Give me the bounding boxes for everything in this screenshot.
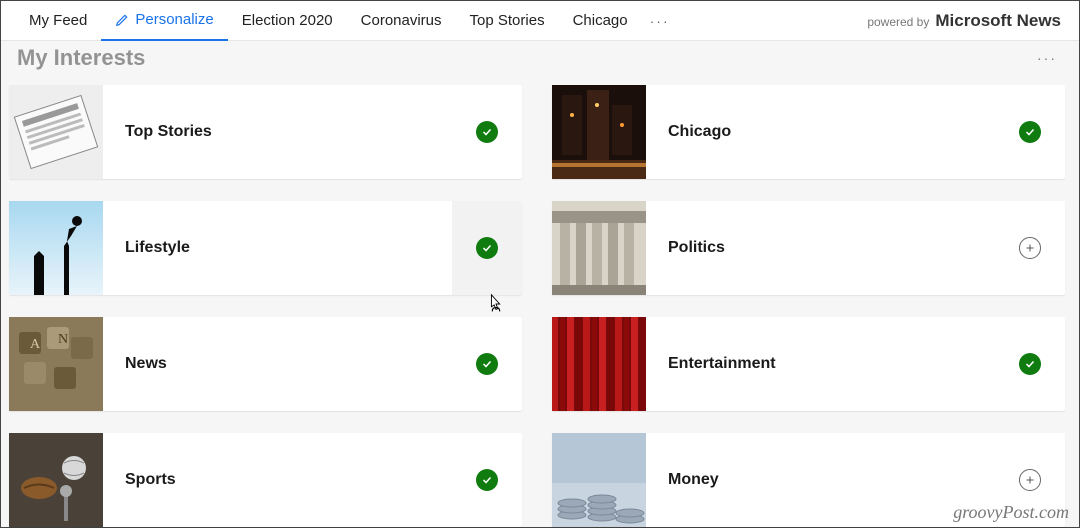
interest-thumbnail: AN <box>9 317 103 411</box>
watermark: groovyPost.com <box>953 502 1069 523</box>
nav-top-stories[interactable]: Top Stories <box>456 1 559 41</box>
interest-toggle-selected[interactable] <box>995 317 1065 411</box>
interest-label: Top Stories <box>103 123 452 141</box>
powered-by-label: powered by <box>867 15 929 29</box>
interest-label: Chicago <box>646 123 995 141</box>
interest-toggle-selected[interactable] <box>995 85 1065 179</box>
interest-thumbnail <box>9 85 103 179</box>
nav-coronavirus[interactable]: Coronavirus <box>347 1 456 41</box>
nav-item-label: Personalize <box>135 11 213 28</box>
interest-label: Entertainment <box>646 355 995 373</box>
interest-chicago[interactable]: Chicago <box>552 85 1065 179</box>
nav-item-label: Coronavirus <box>361 12 442 29</box>
pencil-icon <box>115 13 129 27</box>
section-more-button[interactable]: ··· <box>1037 50 1057 66</box>
interest-lifestyle[interactable]: Lifestyle <box>9 201 522 295</box>
interest-thumbnail <box>9 433 103 527</box>
section-header: My Interests ··· <box>1 41 1079 71</box>
nav-more-button[interactable]: ··· <box>642 13 678 29</box>
powered-by-brand: Microsoft News <box>935 11 1061 31</box>
nav-election-2020[interactable]: Election 2020 <box>228 1 347 41</box>
interest-toggle-selected[interactable] <box>452 201 522 295</box>
plus-icon <box>1019 237 1041 259</box>
powered-by: powered by Microsoft News <box>867 11 1061 31</box>
nav-chicago[interactable]: Chicago <box>559 1 642 41</box>
interest-politics[interactable]: Politics <box>552 201 1065 295</box>
check-icon <box>476 237 498 259</box>
nav-item-label: My Feed <box>29 12 87 29</box>
section-title: My Interests <box>17 45 145 71</box>
interest-toggle-selected[interactable] <box>452 433 522 527</box>
nav-item-label: Chicago <box>573 12 628 29</box>
interest-entertainment[interactable]: Entertainment <box>552 317 1065 411</box>
check-icon <box>476 469 498 491</box>
nav-my-feed[interactable]: My Feed <box>15 1 101 41</box>
interest-label: News <box>103 355 452 373</box>
interest-thumbnail <box>9 201 103 295</box>
plus-icon <box>1019 469 1041 491</box>
interest-thumbnail <box>552 201 646 295</box>
interest-label: Politics <box>646 239 995 257</box>
svg-text:N: N <box>58 332 68 347</box>
check-icon <box>1019 121 1041 143</box>
interest-thumbnail <box>552 433 646 527</box>
interests-grid: Top StoriesChicagoLifestylePoliticsANNew… <box>1 71 1079 527</box>
interest-toggle-selected[interactable] <box>452 317 522 411</box>
interest-toggle-selected[interactable] <box>452 85 522 179</box>
nav-personalize[interactable]: Personalize <box>101 1 227 41</box>
interest-label: Sports <box>103 471 452 489</box>
check-icon <box>1019 353 1041 375</box>
interest-top-stories[interactable]: Top Stories <box>9 85 522 179</box>
top-nav: My Feed Personalize Election 2020 Coronavir… <box>1 1 1079 41</box>
interest-news[interactable]: ANNews <box>9 317 522 411</box>
app-frame: My Feed Personalize Election 2020 Coronavir… <box>0 0 1080 528</box>
nav-item-label: Election 2020 <box>242 12 333 29</box>
check-icon <box>476 121 498 143</box>
nav-item-label: Top Stories <box>470 12 545 29</box>
interest-toggle-add[interactable] <box>995 201 1065 295</box>
interest-thumbnail <box>552 85 646 179</box>
interest-thumbnail <box>552 317 646 411</box>
check-icon <box>476 353 498 375</box>
interest-sports[interactable]: Sports <box>9 433 522 527</box>
interest-label: Lifestyle <box>103 239 452 257</box>
interest-label: Money <box>646 471 995 489</box>
svg-text:A: A <box>30 337 41 352</box>
